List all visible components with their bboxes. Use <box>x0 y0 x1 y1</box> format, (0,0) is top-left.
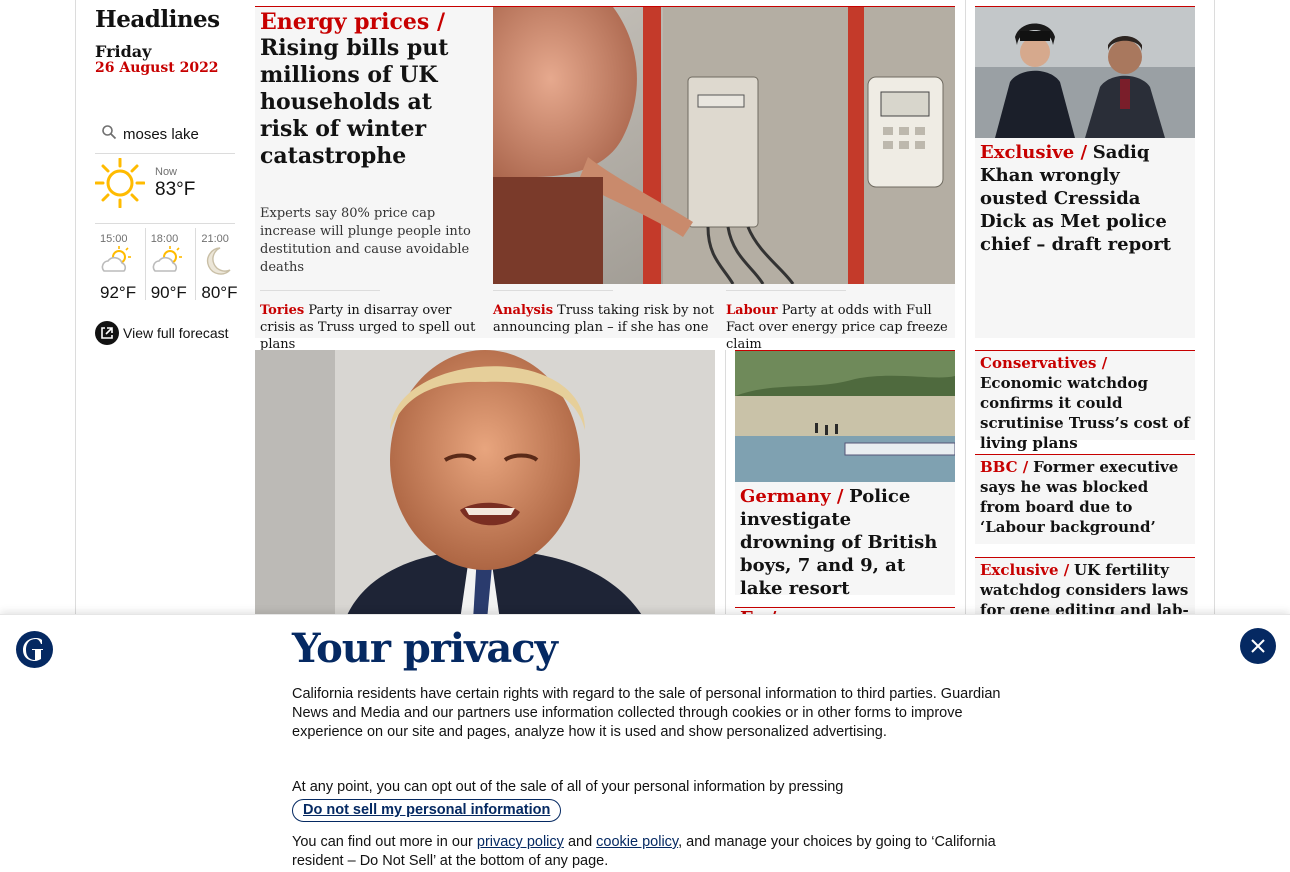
weather-now: Now 83°F <box>95 158 235 224</box>
trump-photo[interactable] <box>255 350 715 620</box>
germany-story-card[interactable]: Germany / Police investigate drowning of… <box>735 350 955 599</box>
top-story-card[interactable]: Energy prices / Rising bills put million… <box>255 6 955 352</box>
sublink-kicker: Labour <box>726 303 778 318</box>
sadiq-khan-cressida-dick-photo[interactable] <box>975 7 1195 138</box>
date-day: Friday <box>95 42 152 61</box>
bbc-story-card[interactable]: BBC / Former executive says he was block… <box>975 454 1195 544</box>
story-headline: Economic watchdog confirms it could scru… <box>980 374 1190 452</box>
guardian-logo-icon <box>16 631 53 668</box>
divider <box>726 290 846 291</box>
forecast-item: 21:00 80°F <box>196 228 247 302</box>
forecast-item: 15:00 92°F <box>95 228 146 302</box>
do-not-sell-button[interactable]: Do not sell my personal information <box>292 799 562 822</box>
lake-resort-photo[interactable] <box>735 351 955 482</box>
forecast-time: 21:00 <box>201 233 229 245</box>
privacy-more-prefix: You can find out more in our <box>292 834 473 850</box>
privacy-body: California residents have certain rights… <box>292 685 1002 752</box>
story-kicker: Conservatives / <box>980 354 1108 372</box>
close-button[interactable] <box>1240 628 1276 664</box>
divider <box>493 290 613 291</box>
germany-story-text: Germany / Police investigate drowning of… <box>740 485 952 600</box>
sun-icon <box>95 158 145 208</box>
partly-cloudy-icon <box>101 246 131 272</box>
view-full-forecast-link[interactable]: View full forecast <box>95 321 229 345</box>
weather-now-temp: 83°F <box>155 179 196 200</box>
sublink-kicker: Analysis <box>493 303 554 318</box>
weather-location-search[interactable]: moses lake <box>95 120 235 154</box>
top-story-kicker: Energy prices / <box>260 9 445 35</box>
external-link-icon <box>95 321 119 345</box>
view-full-forecast-label: View full forecast <box>123 325 229 341</box>
weather-now-label: Now <box>155 166 178 178</box>
privacy-more-text: You can find out more in our privacy pol… <box>292 833 1002 871</box>
privacy-paragraph: California residents have certain rights… <box>292 686 1001 740</box>
privacy-title: Your privacy <box>292 625 558 672</box>
forecast-temp: 90°F <box>150 283 187 302</box>
forecast-time: 18:00 <box>150 233 179 245</box>
story-kicker: Germany / <box>740 486 844 507</box>
date-full: 26 August 2022 <box>95 60 219 76</box>
column-divider <box>965 0 966 620</box>
story-kicker: Exclusive / <box>980 561 1070 579</box>
privacy-and: and <box>567 834 593 850</box>
privacy-policy-link[interactable]: privacy policy <box>477 834 564 850</box>
top-story-headline[interactable]: Rising bills put millions of UK househol… <box>260 35 485 170</box>
column-divider <box>725 350 726 620</box>
search-icon <box>102 125 117 140</box>
top-story-sublinks: Tories Party in disarray over crisis as … <box>255 290 955 352</box>
moon-icon <box>207 247 231 275</box>
divider <box>260 290 380 291</box>
sadiq-khan-story-card[interactable]: Exclusive / Sadiq Khan wrongly ousted Cr… <box>975 6 1195 338</box>
sadiq-khan-story-text: Exclusive / Sadiq Khan wrongly ousted Cr… <box>980 141 1190 256</box>
story-kicker: BBC / <box>980 458 1029 476</box>
privacy-optout-text: At any point, you can opt out of the sal… <box>292 779 844 795</box>
top-story-standfirst: Experts say 80% price cap increase will … <box>260 206 471 275</box>
story-kicker: Exclusive / <box>980 142 1088 163</box>
forecast-temp: 80°F <box>201 283 238 302</box>
conservatives-story-card[interactable]: Conservatives / Economic watchdog confir… <box>975 350 1195 452</box>
weather-location: moses lake <box>123 126 199 143</box>
partly-cloudy-icon <box>152 246 182 272</box>
forecast-item: 18:00 90°F <box>146 228 197 302</box>
privacy-banner: Your privacy California residents have c… <box>0 614 1290 872</box>
close-icon <box>1251 639 1265 653</box>
forecast-temp: 92°F <box>100 283 137 302</box>
energy-meter-photo[interactable] <box>493 7 955 284</box>
sublink-kicker: Tories <box>260 303 305 318</box>
cookie-policy-link[interactable]: cookie policy <box>596 834 678 850</box>
section-title: Headlines <box>95 6 220 33</box>
forecast-time: 15:00 <box>100 233 128 245</box>
weather-forecast: 15:00 92°F 18:00 90°F 21:00 80°F <box>95 228 247 302</box>
